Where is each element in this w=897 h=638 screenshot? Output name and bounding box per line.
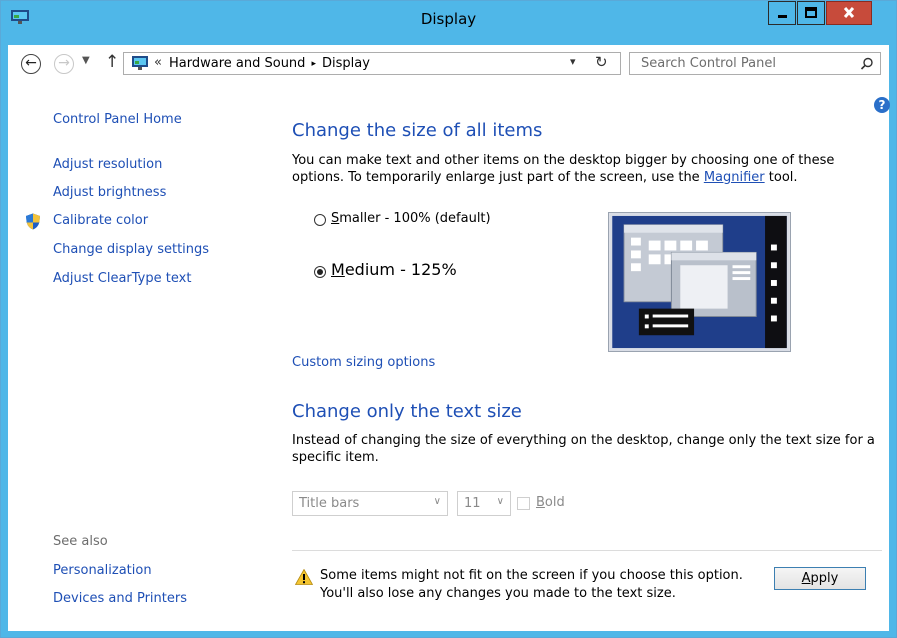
help-icon[interactable]: ? bbox=[874, 97, 890, 113]
radio-medium-text: edium - 125% bbox=[344, 260, 457, 279]
title-bar[interactable]: Display bbox=[1, 1, 896, 45]
warning-line-2: You'll also lose any changes you made to… bbox=[320, 586, 676, 601]
search-box[interactable]: Search Control Panel bbox=[629, 52, 881, 75]
up-button[interactable]: ↑ bbox=[105, 52, 119, 72]
sidebar-item-adjust-resolution[interactable]: Adjust resolution bbox=[53, 157, 162, 172]
warning-icon bbox=[295, 569, 313, 585]
section2-description: Instead of changing the size of everythi… bbox=[292, 433, 875, 465]
radio-smaller-text: maller - 100% (default) bbox=[339, 211, 491, 226]
chevron-down-icon: ▼ bbox=[82, 55, 90, 66]
close-icon bbox=[843, 7, 855, 18]
font-size-select-value: 11 bbox=[464, 496, 481, 511]
maximize-button[interactable] bbox=[797, 1, 825, 25]
text-item-select-value: Title bars bbox=[299, 496, 360, 511]
address-bar[interactable]: « Hardware and Sound ▸ Display ▾ ↻ bbox=[123, 52, 621, 75]
section-description: You can make text and other items on the… bbox=[292, 152, 867, 186]
sidebar-item-adjust-brightness[interactable]: Adjust brightness bbox=[53, 185, 166, 200]
control-panel-icon bbox=[132, 56, 148, 70]
custom-sizing-options-link[interactable]: Custom sizing options bbox=[292, 355, 435, 370]
bold-label-text: old bbox=[544, 495, 565, 510]
size-preview-image bbox=[608, 212, 791, 352]
minimize-icon bbox=[778, 15, 787, 18]
chevron-down-icon: ∨ bbox=[496, 496, 504, 507]
sidebar-item-adjust-cleartype-text[interactable]: Adjust ClearType text bbox=[53, 271, 191, 286]
minimize-button[interactable] bbox=[768, 1, 796, 25]
breadcrumb: Hardware and Sound ▸ Display bbox=[169, 56, 370, 71]
forward-button[interactable]: → bbox=[54, 54, 74, 74]
refresh-button[interactable]: ↻ bbox=[595, 53, 608, 71]
section-description-tail: tool. bbox=[764, 170, 798, 185]
text-item-select[interactable]: Title bars ∨ bbox=[292, 491, 448, 516]
accel-m: M bbox=[331, 260, 345, 279]
back-arrow-icon: ← bbox=[25, 55, 37, 71]
section-title-text-size: Change only the text size bbox=[292, 401, 522, 422]
bold-label[interactable]: Bold bbox=[536, 495, 565, 510]
radio-smaller[interactable] bbox=[314, 214, 326, 226]
breadcrumb-display[interactable]: Display bbox=[322, 56, 370, 71]
radio-smaller-label[interactable]: Smaller - 100% (default) bbox=[331, 211, 491, 226]
sidebar-item-calibrate-color[interactable]: Calibrate color bbox=[53, 213, 148, 228]
refresh-icon: ↻ bbox=[595, 53, 608, 71]
shield-icon bbox=[26, 213, 40, 230]
breadcrumb-separator[interactable]: ▸ bbox=[311, 59, 316, 69]
see-also-label: See also bbox=[53, 534, 108, 549]
sidebar-link-personalization[interactable]: Personalization bbox=[53, 563, 152, 578]
accel-a: A bbox=[801, 571, 811, 586]
display-window: Display ← → ▼ ↑ « Hardware and Sound ▸ Dis… bbox=[0, 0, 897, 638]
back-button[interactable]: ← bbox=[21, 54, 41, 74]
section-title-size-all-items: Change the size of all items bbox=[292, 120, 543, 141]
address-dropdown-button[interactable]: ▾ bbox=[570, 55, 576, 68]
accel-b: B bbox=[536, 495, 545, 510]
warning-line-1: Some items might not fit on the screen i… bbox=[320, 568, 743, 583]
chevron-down-icon: ∨ bbox=[433, 496, 441, 507]
maximize-icon bbox=[805, 7, 817, 18]
warning-message: Some items might not fit on the screen i… bbox=[320, 567, 743, 603]
forward-arrow-icon: → bbox=[58, 55, 70, 71]
content-area: ? Control Panel Home Adjust resolution A… bbox=[8, 85, 890, 631]
radio-medium[interactable] bbox=[314, 266, 326, 278]
navigation-bar: ← → ▼ ↑ « Hardware and Sound ▸ Display ▾ ↻… bbox=[8, 45, 889, 85]
apply-button-label: pply bbox=[810, 571, 839, 586]
sidebar-link-devices-and-printers[interactable]: Devices and Printers bbox=[53, 591, 187, 606]
window-title: Display bbox=[420, 10, 477, 28]
sidebar-item-change-display-settings[interactable]: Change display settings bbox=[53, 242, 209, 257]
breadcrumb-hardware-and-sound[interactable]: Hardware and Sound bbox=[169, 56, 305, 71]
search-icon[interactable] bbox=[860, 57, 874, 71]
close-button[interactable] bbox=[826, 1, 872, 25]
address-overflow[interactable]: « bbox=[154, 55, 162, 70]
font-size-select[interactable]: 11 ∨ bbox=[457, 491, 511, 516]
divider bbox=[292, 550, 882, 551]
magnifier-link[interactable]: Magnifier bbox=[704, 170, 765, 185]
up-arrow-icon: ↑ bbox=[105, 52, 120, 72]
recent-locations-button[interactable]: ▼ bbox=[82, 55, 90, 66]
apply-button[interactable]: Apply bbox=[774, 567, 866, 590]
sidebar-control-panel-home[interactable]: Control Panel Home bbox=[53, 112, 182, 127]
bold-checkbox[interactable] bbox=[517, 497, 530, 510]
search-input[interactable]: Search Control Panel bbox=[641, 56, 776, 71]
radio-medium-label[interactable]: Medium - 125% bbox=[331, 260, 457, 279]
